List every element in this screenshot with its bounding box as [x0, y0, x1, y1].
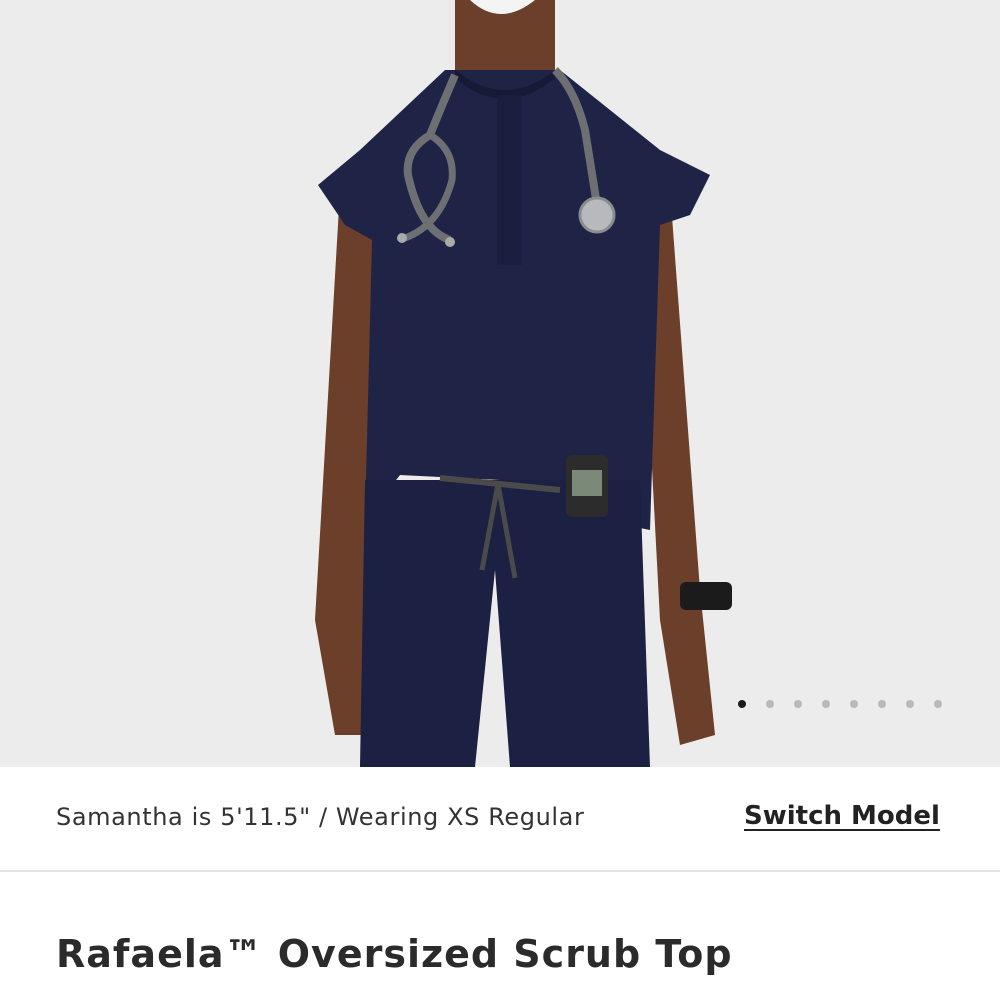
carousel-dot-active[interactable] [738, 700, 746, 708]
carousel-dot[interactable] [766, 700, 774, 708]
carousel-dot[interactable] [906, 700, 914, 708]
carousel-dot[interactable] [878, 700, 886, 708]
product-title: Rafaela™ Oversized Scrub Top [56, 932, 733, 976]
product-image-gallery[interactable] [0, 0, 1000, 767]
product-photo [315, 0, 732, 767]
carousel-dot[interactable] [794, 700, 802, 708]
model-size-info: Samantha is 5'11.5" / Wearing XS Regular [56, 803, 585, 831]
carousel-dot[interactable] [822, 700, 830, 708]
carousel-dot[interactable] [934, 700, 942, 708]
switch-model-link[interactable]: Switch Model [744, 801, 940, 831]
carousel-indicator [738, 700, 962, 708]
carousel-dot[interactable] [850, 700, 858, 708]
